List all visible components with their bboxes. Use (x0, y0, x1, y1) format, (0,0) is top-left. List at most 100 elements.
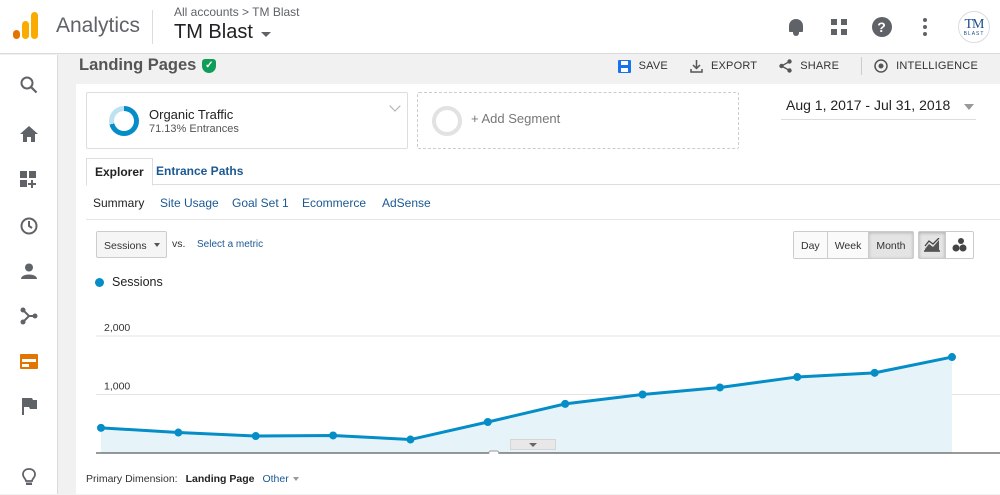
primary-dimension-label: Primary Dimension: (86, 473, 178, 485)
app-name: Analytics (56, 14, 141, 37)
sidebar-item-realtime[interactable] (0, 208, 58, 244)
data-point (561, 399, 570, 408)
more-options-button[interactable] (903, 7, 946, 47)
export-button[interactable]: EXPORT (690, 59, 758, 73)
sidebar-item-conversions[interactable] (0, 388, 58, 424)
page-title-text: Landing Pages (79, 56, 197, 74)
primary-dimension-other[interactable]: Other (262, 473, 299, 485)
intelligence-icon (874, 59, 888, 73)
metric-select[interactable]: Sessions (96, 231, 167, 258)
primary-dimension-landing-page[interactable]: Landing Page (186, 473, 255, 485)
intelligence-button[interactable]: INTELLIGENCE (874, 59, 978, 73)
help-button[interactable]: ? (860, 7, 903, 47)
sidebar-item-acquisition[interactable] (0, 298, 58, 334)
legend-series-label: Sessions (112, 275, 163, 289)
data-point (174, 428, 183, 437)
chart-expander-handle[interactable] (510, 439, 556, 450)
top-bar: Analytics All accounts > TM Blast TM Bla… (0, 0, 1000, 54)
segment-organic-traffic[interactable]: Organic Traffic 71.13% Entrances (86, 92, 408, 149)
sidebar-item-audience[interactable] (0, 253, 58, 289)
divider (152, 10, 153, 44)
export-label: EXPORT (710, 60, 758, 72)
chevron-down-icon[interactable] (389, 100, 401, 112)
data-point (329, 431, 338, 440)
kebab-menu-icon (922, 18, 927, 36)
chart-legend: Sessions (95, 275, 163, 289)
dashboard-add-icon (20, 171, 36, 188)
chevron-down-icon (292, 477, 299, 481)
subtab-site-usage[interactable]: Site Usage (160, 196, 219, 210)
sidebar-item-search[interactable] (0, 67, 58, 103)
data-point (406, 435, 415, 444)
apps-grid-icon (830, 19, 847, 35)
flag-icon (21, 397, 37, 415)
segment-ring-icon (109, 106, 139, 136)
share-button[interactable]: SHARE (779, 59, 839, 73)
person-icon (21, 263, 37, 279)
data-point (793, 372, 802, 381)
granularity-day-button[interactable]: Day (794, 232, 828, 258)
line-chart-icon (924, 238, 940, 252)
segment-name: Organic Traffic (149, 107, 234, 122)
sidebar-item-behavior[interactable] (0, 343, 58, 379)
sidebar (0, 55, 58, 494)
account-name: TM Blast (174, 21, 253, 43)
save-button[interactable]: SAVE (617, 59, 668, 73)
report-tabs: Explorer Entrance Paths (86, 158, 1000, 186)
date-range-picker[interactable]: Aug 1, 2017 - Jul 31, 2018 (781, 96, 976, 120)
verified-shield-icon: ✓ (202, 58, 217, 73)
annotation-icon (488, 450, 500, 454)
notifications-button[interactable] (774, 7, 817, 47)
explorer-subtabs: Summary Site Usage Goal Set 1 Ecommerce … (86, 185, 1000, 220)
acquisition-icon (20, 307, 38, 325)
clock-icon (20, 217, 38, 235)
select-metric-link[interactable]: Select a metric (197, 239, 263, 250)
avatar[interactable]: TM BLAST (958, 11, 990, 43)
subtab-summary[interactable]: Summary (93, 196, 144, 210)
divider (861, 57, 863, 75)
save-icon (617, 59, 631, 73)
data-point (97, 423, 105, 432)
sidebar-item-discover[interactable] (0, 459, 58, 495)
share-icon (779, 59, 792, 73)
sessions-chart: 2,0001,000October 2017January 2018April … (96, 322, 1000, 454)
analytics-logo-icon[interactable] (13, 12, 39, 40)
chevron-down-icon (154, 243, 160, 247)
sidebar-item-customization[interactable] (0, 162, 58, 198)
page-title: Landing Pages ✓ (79, 56, 217, 75)
bubble-chart-icon (952, 238, 966, 252)
report-actions: SAVE EXPORT SHARE INTELLIGENCE (617, 57, 978, 75)
y-tick-label: 2,000 (104, 322, 130, 334)
lightbulb-icon (22, 468, 36, 485)
tab-explorer[interactable]: Explorer (86, 158, 153, 186)
chevron-down-icon (260, 31, 271, 37)
help-icon: ? (871, 17, 892, 37)
page-header: Landing Pages ✓ SAVE EXPORT SHARE INTELL… (61, 55, 1000, 79)
vs-label: vs. (172, 238, 186, 250)
line-chart-button[interactable] (919, 232, 946, 258)
motion-chart-button[interactable] (946, 232, 973, 258)
report-panel: Organic Traffic 71.13% Entrances + Add S… (76, 84, 1000, 494)
granularity-week-button[interactable]: Week (827, 232, 870, 258)
apps-button[interactable] (817, 7, 860, 47)
date-range-text: Aug 1, 2017 - Jul 31, 2018 (786, 97, 951, 113)
granularity-toggle: Day Week Month (793, 231, 914, 259)
legend-swatch (95, 277, 104, 287)
download-icon (690, 59, 703, 73)
breadcrumb[interactable]: All accounts > TM Blast (174, 5, 300, 19)
primary-dimension-bar: Primary Dimension: Landing Page Other (86, 473, 299, 485)
add-segment-button[interactable]: + Add Segment (417, 92, 739, 149)
subtab-adsense[interactable]: AdSense (382, 196, 431, 210)
account-selector[interactable]: TM Blast (174, 21, 271, 44)
behavior-icon (20, 353, 38, 369)
sidebar-item-home[interactable] (0, 116, 58, 152)
bell-icon (788, 18, 804, 36)
granularity-month-button[interactable]: Month (869, 232, 913, 258)
subtab-ecommerce[interactable]: Ecommerce (302, 196, 366, 210)
add-segment-label: + Add Segment (471, 111, 561, 126)
data-point (715, 383, 724, 392)
chevron-down-icon (964, 104, 974, 110)
tab-entrance-paths[interactable]: Entrance Paths (148, 158, 251, 185)
subtab-goal-set-1[interactable]: Goal Set 1 (232, 196, 289, 210)
y-tick-label: 1,000 (104, 381, 130, 393)
